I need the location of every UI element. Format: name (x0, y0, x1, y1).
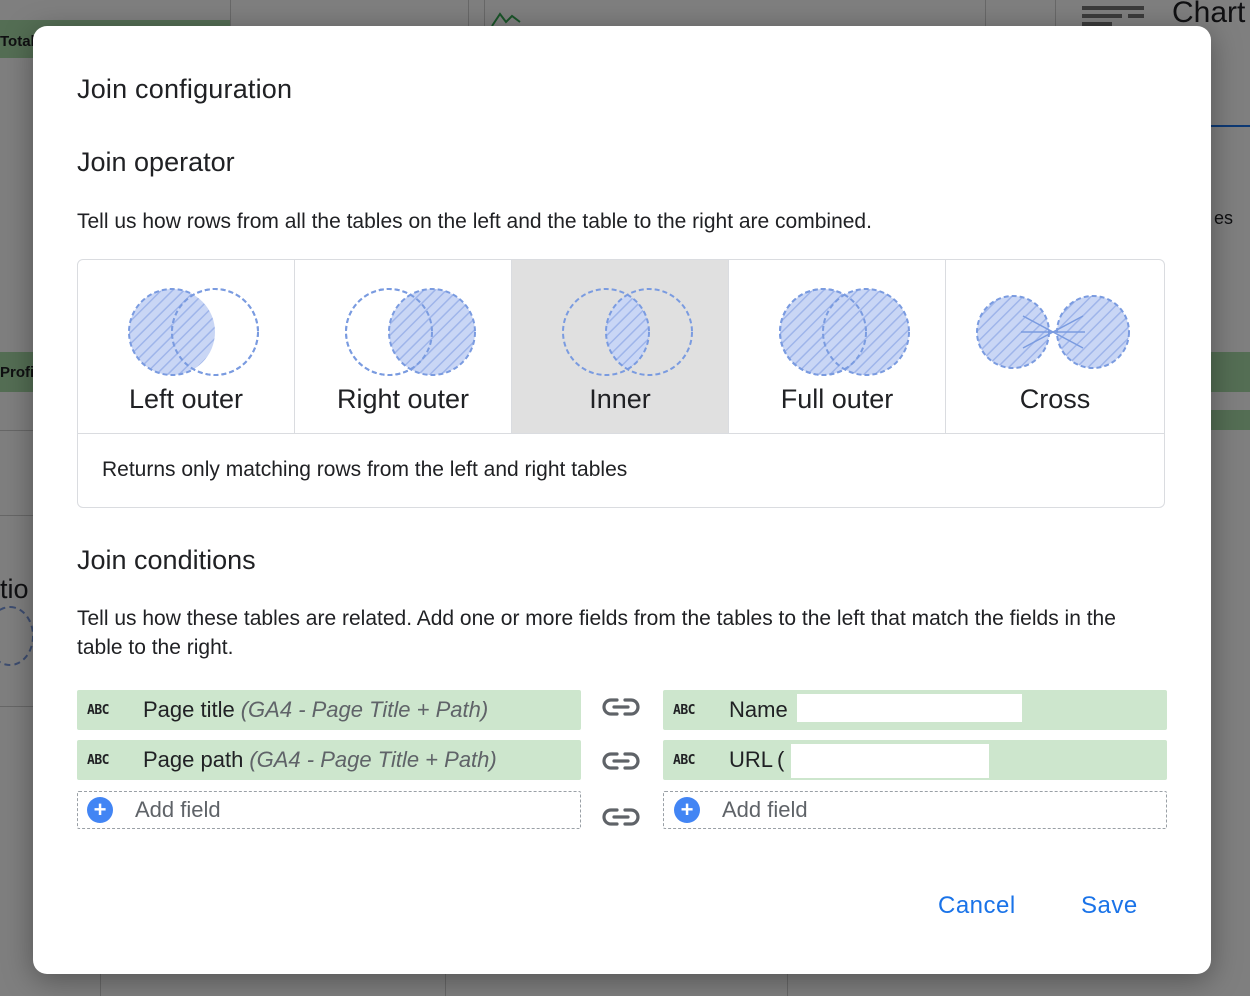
left-field-chip-page-path[interactable]: ABC Page path (GA4 - Page Title + Path) (77, 740, 581, 780)
add-icon: + (87, 797, 113, 823)
join-operator-description: Tell us how rows from all the tables on … (77, 210, 872, 233)
text-type-icon: ABC (673, 752, 695, 768)
right-outer-join-icon (345, 288, 476, 376)
left-field-chip-page-title[interactable]: ABC Page title (GA4 - Page Title + Path) (77, 690, 581, 730)
join-conditions-heading: Join conditions (77, 545, 256, 575)
text-type-icon: ABC (87, 702, 109, 718)
add-field-label: Add field (722, 797, 808, 822)
join-configuration-dialog: Join configuration Join operator Tell us… (33, 26, 1211, 974)
dialog-title: Join configuration (77, 74, 293, 104)
add-left-field-button[interactable]: + Add field (77, 791, 581, 829)
field-name: Page title (143, 697, 235, 722)
save-button[interactable]: Save (1081, 892, 1138, 920)
join-option-cross[interactable]: Cross (946, 260, 1164, 434)
join-option-label: Right outer (336, 384, 470, 414)
field-source: ( (777, 747, 785, 772)
inner-join-icon (562, 288, 693, 376)
join-option-left-outer[interactable]: Left outer (78, 260, 295, 434)
right-field-chip-url[interactable]: ABC URL ( (663, 740, 1167, 780)
field-source: (GA4 - Page Title + Path) (240, 697, 489, 722)
cross-join-icon (976, 295, 1130, 369)
join-operator-selected-description: Returns only matching rows from the left… (102, 458, 628, 481)
redacted-area (797, 694, 1022, 722)
join-operator-options: Left outer Right outer Inner Full outer … (78, 260, 1164, 434)
text-type-icon: ABC (87, 752, 109, 768)
join-option-label: Cross (1019, 384, 1091, 414)
left-outer-join-icon (128, 288, 259, 376)
add-icon: + (674, 797, 700, 823)
add-right-field-button[interactable]: + Add field (663, 791, 1167, 829)
field-name: Name (729, 697, 788, 722)
join-option-full-outer[interactable]: Full outer (729, 260, 946, 434)
add-field-label: Add field (135, 797, 221, 822)
redacted-area (791, 744, 989, 778)
link-icon (602, 808, 640, 826)
link-icon (602, 752, 640, 770)
right-field-chip-name[interactable]: ABC Name (663, 690, 1167, 730)
link-icon (602, 698, 640, 716)
join-option-right-outer[interactable]: Right outer (295, 260, 512, 434)
join-option-inner[interactable]: Inner (512, 260, 729, 434)
join-operator-heading: Join operator (77, 147, 235, 177)
join-operator-panel: Left outer Right outer Inner Full outer … (77, 259, 1165, 508)
field-name: URL (729, 747, 774, 772)
full-outer-join-icon (779, 288, 910, 376)
join-option-label: Left outer (128, 384, 244, 414)
join-option-label: Inner (589, 384, 651, 414)
field-source: (GA4 - Page Title + Path) (249, 747, 497, 772)
join-conditions-description: Tell us how these tables are related. Ad… (77, 607, 1116, 659)
field-name: Page path (143, 747, 244, 772)
cancel-button[interactable]: Cancel (938, 892, 1016, 920)
join-option-label: Full outer (780, 384, 894, 414)
text-type-icon: ABC (673, 702, 695, 718)
